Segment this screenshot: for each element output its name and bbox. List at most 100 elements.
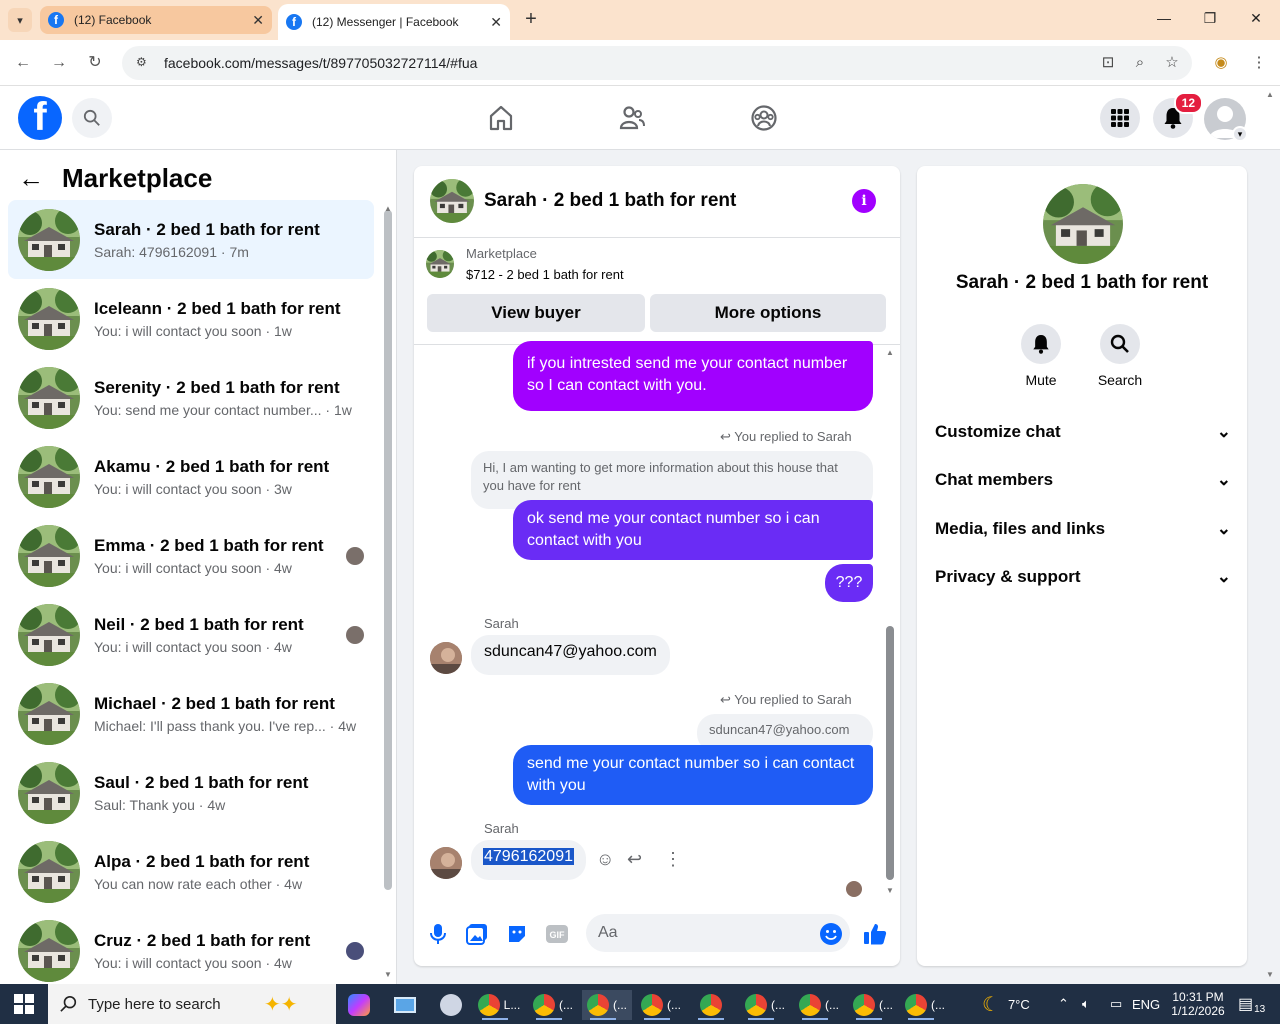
selected-phone-number[interactable]: 4796162091 [483, 848, 574, 865]
taskbar-chrome-window-7[interactable]: (... [794, 990, 844, 1020]
volume-icon[interactable]: 🔈︎ [1082, 984, 1090, 1024]
page-scroll-up-icon[interactable]: ▲ [1266, 90, 1274, 99]
more-actions-icon[interactable]: ⋮ [664, 849, 682, 870]
more-options-button[interactable]: More options [650, 294, 886, 332]
conversation-list: Sarah · 2 bed 1 bath for rent Sarah: 4796… [8, 200, 374, 990]
conversation-preview: You can now rate each other · 4w [94, 875, 303, 892]
sticker-icon[interactable] [505, 922, 529, 946]
chat-members-row[interactable]: Chat members ⌄ [935, 465, 1231, 495]
marketplace-listing-row[interactable]: Marketplace $712 - 2 bed 1 bath for rent [426, 246, 624, 282]
conversation-avatar[interactable] [1043, 184, 1123, 264]
friends-icon[interactable] [616, 102, 648, 134]
tab-facebook[interactable]: f (12) Facebook ✕ [40, 6, 272, 34]
reload-icon[interactable]: ↻ [84, 52, 106, 74]
show-hidden-icons-icon[interactable]: ⌃ [1058, 984, 1069, 1024]
conversation-item[interactable]: Emma · 2 bed 1 bath for rent You: i will … [8, 516, 374, 595]
scroll-down-icon[interactable]: ▼ [384, 970, 392, 979]
install-app-icon[interactable]: ⊡ [1097, 52, 1119, 74]
back-icon[interactable]: ← [12, 52, 34, 74]
mute-label: Mute [1025, 372, 1057, 388]
taskbar-chrome-window-5[interactable] [690, 990, 732, 1020]
taskbar-chrome-window-8[interactable]: (... [848, 990, 898, 1020]
taskbar-app-icon[interactable] [430, 990, 472, 1020]
scroll-down-icon[interactable]: ▼ [886, 886, 894, 895]
groups-icon[interactable] [748, 102, 780, 134]
close-tab-icon[interactable]: ✕ [490, 14, 502, 31]
conversation-preview: You: send me your contact number... · 1w [94, 401, 352, 418]
browser-menu-icon[interactable]: ⋮ [1248, 52, 1270, 74]
language-indicator[interactable]: ENG [1132, 984, 1160, 1024]
customize-chat-row[interactable]: Customize chat ⌄ [935, 417, 1231, 447]
media-files-links-row[interactable]: Media, files and links ⌄ [935, 514, 1231, 544]
zoom-icon[interactable]: ⌕ [1129, 52, 1151, 74]
close-tab-icon[interactable]: ✕ [252, 12, 264, 29]
message-bubble-outgoing: send me your contact number so i can con… [513, 745, 873, 805]
conversation-item[interactable]: Serenity · 2 bed 1 bath for rent You: sen… [8, 358, 374, 437]
privacy-support-row[interactable]: Privacy & support ⌄ [935, 562, 1231, 592]
scroll-up-icon[interactable]: ▲ [384, 204, 392, 213]
tab-search-dropdown-icon[interactable]: ▾ [8, 8, 32, 32]
new-tab-button[interactable]: + [520, 8, 542, 30]
search-conversation-button[interactable]: Search [1090, 324, 1150, 388]
tab-messenger[interactable]: f (12) Messenger | Facebook ✕ [278, 4, 510, 40]
taskbar-photos-icon[interactable] [384, 990, 426, 1020]
like-thumb-icon[interactable] [863, 922, 887, 946]
conversation-item[interactable]: Neil · 2 bed 1 bath for rent You: i will … [8, 595, 374, 674]
taskbar-chrome-window-1[interactable]: L... [474, 990, 524, 1020]
taskbar-chrome-window-3[interactable]: (... [582, 990, 632, 1020]
microphone-icon[interactable] [426, 922, 450, 946]
close-window-button[interactable]: ✕ [1246, 10, 1266, 30]
search-icon[interactable] [72, 98, 112, 138]
taskbar-chrome-window-9[interactable]: (... [900, 990, 950, 1020]
view-buyer-button[interactable]: View buyer [427, 294, 645, 332]
home-icon[interactable] [485, 102, 517, 134]
sidebar-scrollbar[interactable] [384, 210, 392, 890]
taskbar-chrome-window-4[interactable]: (... [636, 990, 686, 1020]
message-input[interactable]: Aa [586, 914, 850, 952]
photo-icon[interactable] [465, 922, 489, 946]
sender-avatar[interactable] [430, 642, 462, 674]
taskbar-copilot-icon[interactable] [338, 990, 380, 1020]
site-info-icon[interactable]: ⚙ [136, 55, 152, 71]
account-chevron-down-icon[interactable]: ▾ [1232, 126, 1248, 142]
react-emoji-icon[interactable]: ☺ [596, 849, 614, 870]
emoji-icon[interactable] [819, 922, 843, 946]
sender-avatar[interactable] [430, 847, 462, 879]
address-bar[interactable]: ⚙ facebook.com/messages/t/89770503272711… [122, 46, 1192, 80]
conversation-item[interactable]: Alpa · 2 bed 1 bath for rent You can now … [8, 832, 374, 911]
notification-center-icon[interactable]: ▤ 13 [1238, 984, 1265, 1024]
clock[interactable]: 10:31 PM 1/12/2026 [1168, 984, 1228, 1024]
menu-grid-icon[interactable] [1100, 98, 1140, 138]
windows-start-icon[interactable] [14, 994, 34, 1014]
chat-scrollbar[interactable] [886, 626, 894, 880]
conversation-item[interactable]: Michael · 2 bed 1 bath for rent Michael: … [8, 674, 374, 753]
weather-widget[interactable]: ☾ 7°C [982, 984, 1030, 1024]
minimize-window-button[interactable]: — [1154, 10, 1174, 30]
back-arrow-icon[interactable]: ← [18, 160, 44, 196]
forward-icon[interactable]: → [48, 52, 70, 74]
page-scroll-down-icon[interactable]: ▼ [1266, 970, 1274, 979]
conversation-item[interactable]: Sarah · 2 bed 1 bath for rent Sarah: 4796… [8, 200, 374, 279]
conversation-item[interactable]: Akamu · 2 bed 1 bath for rent You: i will… [8, 437, 374, 516]
conversation-item[interactable]: Saul · 2 bed 1 bath for rent Saul: Thank … [8, 753, 374, 832]
conversation-item[interactable]: Cruz · 2 bed 1 bath for rent You: i will … [8, 911, 374, 990]
bookmark-star-icon[interactable]: ☆ [1161, 52, 1183, 74]
chat-title[interactable]: Sarah · 2 bed 1 bath for rent [484, 190, 736, 212]
listing-thumbnail[interactable] [430, 179, 474, 223]
facebook-logo[interactable]: f [18, 96, 62, 140]
taskbar-chrome-window-2[interactable]: (... [528, 990, 578, 1020]
scroll-up-icon[interactable]: ▲ [886, 348, 894, 357]
taskbar-chrome-window-6[interactable]: (... [740, 990, 790, 1020]
seen-avatar [346, 942, 364, 960]
taskbar-search-box[interactable]: Type here to search ✦✦ [48, 984, 336, 1024]
mute-button[interactable]: Mute [1011, 324, 1071, 388]
profile-icon[interactable]: ◉ [1210, 52, 1232, 74]
conversation-item[interactable]: Iceleann · 2 bed 1 bath for rent You: i w… [8, 279, 374, 358]
gif-icon[interactable]: GIF [545, 922, 569, 946]
info-icon[interactable]: i [852, 189, 876, 213]
notifications-bell-icon[interactable]: 12 [1153, 92, 1203, 138]
reply-icon[interactable]: ↩ [627, 849, 642, 870]
restore-window-button[interactable]: ❐ [1200, 10, 1220, 30]
network-icon[interactable]: ▭ [1110, 984, 1122, 1024]
conversation-preview: You: i will contact you soon · 4w [94, 954, 292, 971]
